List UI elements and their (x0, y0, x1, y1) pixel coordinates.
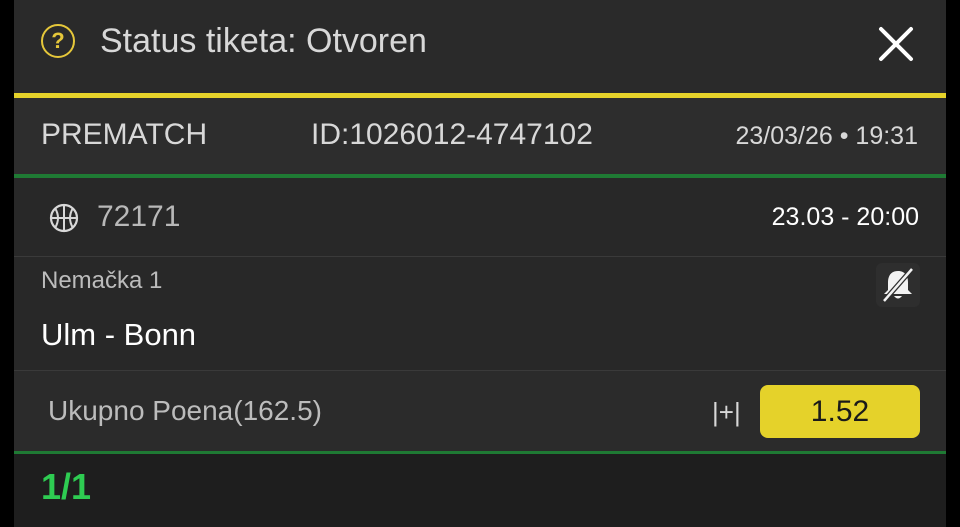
ticket-footer: 1/1 (14, 454, 946, 527)
event-details: Nemačka 1 Ulm - Bonn (14, 257, 946, 371)
bet-market: Ukupno Poena(162.5) (48, 395, 322, 426)
bet-pick: |+| (712, 397, 741, 427)
modal-header: ? Status tiketa: Otvoren (14, 0, 946, 94)
close-icon[interactable] (876, 24, 916, 64)
match-teams: Ulm - Bonn (41, 317, 197, 352)
ticket-id: ID:1026012-4747102 (311, 118, 593, 151)
ticket-info-bar: PREMATCH ID:1026012-4747102 23/03/26 • 1… (14, 98, 946, 174)
help-icon[interactable]: ? (41, 24, 75, 58)
basketball-icon (49, 203, 79, 233)
ticket-status-modal: ? Status tiketa: Otvoren PREMATCH ID:102… (14, 0, 946, 527)
modal-title: Status tiketa: Otvoren (100, 22, 427, 60)
match-time: 23.03 - 20:00 (771, 203, 919, 231)
odds-badge[interactable]: 1.52 (760, 385, 920, 438)
match-code: 72171 (97, 200, 181, 233)
bell-off-icon[interactable] (876, 263, 920, 307)
bet-row: Ukupno Poena(162.5) |+| 1.52 (14, 371, 946, 451)
ticket-type: PREMATCH (41, 118, 208, 151)
bet-count: 1/1 (41, 466, 92, 507)
match-header-row: 72171 23.03 - 20:00 (14, 178, 946, 257)
league-name: Nemačka 1 (41, 267, 163, 294)
ticket-datetime: 23/03/26 • 19:31 (735, 122, 918, 150)
